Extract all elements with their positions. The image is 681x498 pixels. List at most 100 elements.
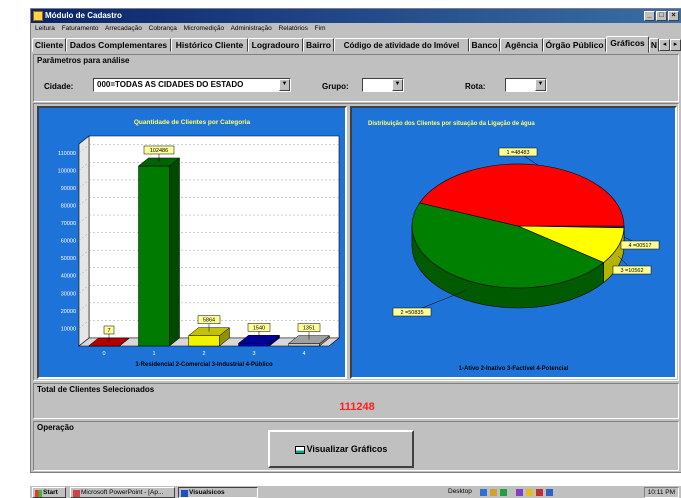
folder-icon[interactable] xyxy=(490,489,497,496)
tab-agencia[interactable]: Agência xyxy=(500,38,543,52)
bar-ytick-label: 70000 xyxy=(61,221,76,227)
tab-banco[interactable]: Banco xyxy=(469,38,500,52)
app-icon-3[interactable] xyxy=(536,489,543,496)
operacao-heading: Operação xyxy=(37,423,74,432)
pie-chart-panel: Distribuição dos Clientes por situação d… xyxy=(350,106,677,379)
bar-chart-backwall xyxy=(88,135,340,339)
bar-datalabel: 5864 xyxy=(203,318,215,324)
tab-dados-complementares[interactable]: Dados Complementares xyxy=(66,38,171,52)
bar-ytick-label: 100000 xyxy=(58,168,76,174)
bar-datalabel: 1351 xyxy=(303,326,315,332)
operacao-panel: Operação Visualizar Gráficos xyxy=(33,421,679,471)
bar-chart: Quantidade de Clientes por Categoria 1000… xyxy=(58,119,340,368)
bar-ytick-label: 90000 xyxy=(61,186,76,192)
taskbar-item-powerpoint-label: Microsoft PowerPoint - [Ap... xyxy=(81,489,164,496)
menu-leitura[interactable]: Leitura xyxy=(35,25,55,32)
visualizar-graficos-label: Visualizar Gráficos xyxy=(306,444,388,454)
cidade-value: 000=TODAS AS CIDADES DO ESTADO xyxy=(97,80,244,89)
pie-slice-label: 3 =10562 xyxy=(620,268,643,274)
taskbar-item-visualsicos[interactable]: Visualsicos xyxy=(178,487,258,498)
tab-logradouro[interactable]: Logradouro xyxy=(248,38,303,52)
bar-ytick-label: 40000 xyxy=(61,274,76,280)
maximize-button[interactable]: □ xyxy=(656,11,667,21)
rota-select[interactable]: ▼ xyxy=(505,78,547,92)
tab-graficos[interactable]: Gráficos xyxy=(606,36,649,53)
pie-slice-label: 1 =48483 xyxy=(506,150,529,156)
tab-codigo-atividade[interactable]: Código de atividade do Imóvel xyxy=(334,38,469,52)
total-panel: Total de Clientes Selecionados 111248 xyxy=(33,383,679,419)
bar-datalabel: 1540 xyxy=(253,325,265,331)
chevron-down-icon[interactable]: ▼ xyxy=(279,79,290,91)
title-bar[interactable]: Módulo de Cadastro _ □ × xyxy=(31,9,681,23)
bar-side-1 xyxy=(169,157,180,347)
tab-cliente[interactable]: Cliente xyxy=(32,38,66,52)
start-button[interactable]: Start xyxy=(32,487,66,498)
clock[interactable]: 10:11 PM xyxy=(648,489,675,496)
desktop-icon[interactable] xyxy=(500,489,507,496)
bar-datalabel: 7 xyxy=(107,328,110,334)
menu-cobranca[interactable]: Cobrança xyxy=(149,25,177,32)
bar-chart-panel: Quantidade de Clientes por Categoria 1000… xyxy=(37,106,347,379)
app-icon-1[interactable] xyxy=(516,489,523,496)
tab-scroll-right-icon[interactable]: ▸ xyxy=(670,39,681,51)
chevron-down-icon[interactable]: ▼ xyxy=(535,79,546,91)
window-title: Módulo de Cadastro xyxy=(45,11,122,20)
taskbar-item-powerpoint[interactable]: Microsoft PowerPoint - [Ap... xyxy=(70,487,175,498)
bar-xtick-label: 2 xyxy=(202,351,205,357)
bar-xtick-label: 3 xyxy=(252,351,255,357)
minimize-button[interactable]: _ xyxy=(644,11,655,21)
charts-area: Quantidade de Clientes por Categoria 1000… xyxy=(33,103,679,381)
menu-arrecadacao[interactable]: Arrecadação xyxy=(105,25,142,32)
app-icon-4[interactable] xyxy=(546,489,553,496)
tab-orgao-publico[interactable]: Órgão Público xyxy=(543,38,606,52)
pie-slice-label: 2 =50835 xyxy=(400,310,423,316)
tab-scroll-left-icon[interactable]: ◂ xyxy=(659,39,670,51)
bar-ytick-label: 60000 xyxy=(61,239,76,245)
bar-2 xyxy=(188,335,220,347)
menu-faturamento[interactable]: Faturamento xyxy=(62,25,99,32)
bar-ytick-label: 20000 xyxy=(61,309,76,315)
bar-ytick-label: 30000 xyxy=(61,291,76,297)
windows-logo-icon xyxy=(35,490,42,497)
chart-icon xyxy=(294,445,305,454)
bar-datalabel: 102486 xyxy=(150,148,168,154)
bar-ytick-label: 50000 xyxy=(61,256,76,262)
menu-fim[interactable]: Fim xyxy=(315,25,326,32)
system-tray: 10:11 PM xyxy=(643,487,679,498)
rota-label: Rota: xyxy=(465,82,486,91)
bar-xtick-label: 1 xyxy=(152,351,155,357)
desktop-toolbar-label[interactable]: Desktop xyxy=(448,488,472,495)
bar-chart-sidewall xyxy=(78,135,90,347)
bar-1 xyxy=(138,165,170,347)
cidade-label: Cidade: xyxy=(44,82,74,91)
bar-xtick-label: 4 xyxy=(302,351,305,357)
pie-chart: Distribuição dos Clientes por situação d… xyxy=(368,121,660,372)
visualizar-graficos-button[interactable]: Visualizar Gráficos xyxy=(268,430,414,468)
bar-ytick-label: 80000 xyxy=(61,203,76,209)
grupo-select[interactable]: ▼ xyxy=(362,78,404,92)
tab-bairro[interactable]: Bairro xyxy=(303,38,334,52)
cidade-select[interactable]: 000=TODAS AS CIDADES DO ESTADO ▼ xyxy=(93,78,291,92)
taskbar: Start Microsoft PowerPoint - [Ap... Visu… xyxy=(30,485,681,498)
params-heading: Parâmetros para análise xyxy=(37,56,130,65)
bar-ytick-label: 10000 xyxy=(61,326,76,332)
grupo-label: Grupo: xyxy=(322,82,349,91)
taskbar-item-visualsicos-label: Visualsicos xyxy=(189,489,225,496)
bar-4 xyxy=(288,343,320,347)
bar-3 xyxy=(238,343,270,347)
close-button[interactable]: × xyxy=(668,11,679,21)
total-value: 111248 xyxy=(339,401,375,413)
menu-administracao[interactable]: Administração xyxy=(231,25,272,32)
quick-launch-icons[interactable] xyxy=(480,489,630,497)
menu-micromedicao[interactable]: Micromedição xyxy=(184,25,224,32)
app-window: Módulo de Cadastro _ □ × Leitura Faturam… xyxy=(30,8,681,473)
app-icon-2[interactable] xyxy=(526,489,533,496)
app-icon xyxy=(33,11,43,21)
total-heading: Total de Clientes Selecionados xyxy=(37,385,155,394)
menu-relatorios[interactable]: Relatórios xyxy=(279,25,308,32)
tab-historico-cliente[interactable]: Histórico Cliente xyxy=(171,38,248,52)
ie-icon[interactable] xyxy=(480,489,487,496)
tab-next-partial[interactable]: N xyxy=(649,38,659,52)
chevron-down-icon[interactable]: ▼ xyxy=(392,79,403,91)
powerpoint-icon xyxy=(73,490,80,497)
